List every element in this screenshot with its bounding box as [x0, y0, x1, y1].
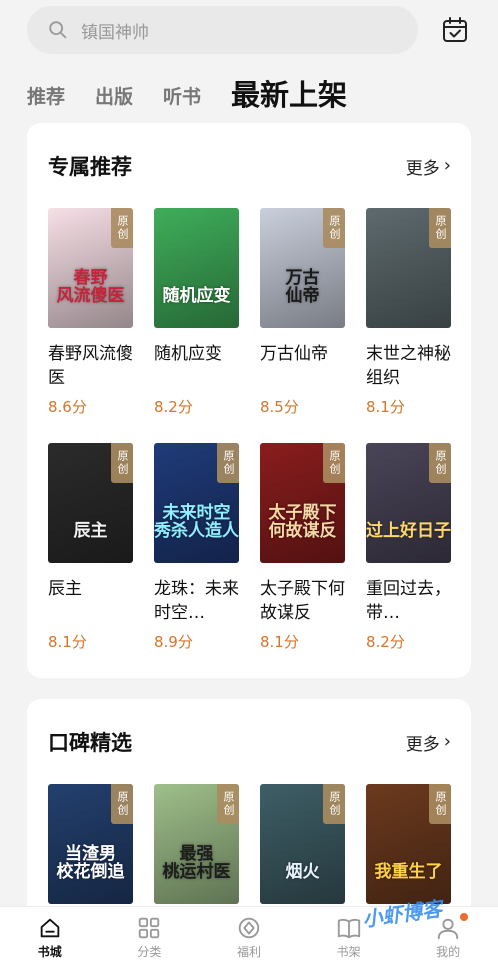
original-badge: 原创 [323, 784, 345, 824]
calendar-checkin-icon[interactable] [441, 16, 469, 44]
original-badge: 原创 [111, 784, 133, 824]
cover-title-art: 辰主 [73, 521, 108, 542]
cover-title-art: 过上好日子 [366, 521, 451, 542]
book-score: 8.6分 [48, 398, 87, 416]
cover-title-art: 春野 风流傻医 [56, 268, 125, 307]
original-badge: 原创 [111, 443, 133, 483]
bookshelf-icon [337, 918, 360, 939]
bookstore-icon [40, 918, 60, 938]
book-cover[interactable]: 辰主 原创 [48, 443, 133, 563]
nav-item-bookstore[interactable]: 书城 [0, 907, 100, 960]
nav-label: 书架 [336, 945, 361, 959]
cover-title-art: 烟火 [285, 862, 320, 883]
nav-item-welfare[interactable]: 福利 [199, 907, 299, 960]
book-score: 8.1分 [48, 633, 87, 651]
book-title: 随机应变 [154, 344, 222, 364]
notification-dot [459, 913, 468, 921]
original-badge: 原创 [323, 208, 345, 248]
book-cover[interactable]: 万古 仙帝 原创 [260, 208, 345, 328]
book-item[interactable]: 未来时空 秀杀人造人 原创龙珠：未来时空… 8.9分 [154, 443, 239, 652]
book-item[interactable]: 春野 风流傻医 原创春野风流傻医 8.6分 [48, 208, 133, 417]
category-icon [139, 917, 160, 939]
search-placeholder: 镇国神帅 [81, 22, 149, 43]
book-item[interactable]: 太子殿下 何故谋反 原创太子殿下何故谋反 8.1分 [260, 443, 345, 652]
book-cover[interactable]: 未来时空 秀杀人造人 原创 [154, 443, 239, 563]
search-icon [49, 21, 67, 39]
original-badge: 原创 [217, 784, 239, 824]
book-score: 8.9分 [154, 633, 193, 651]
more-label: 更多 [405, 158, 440, 179]
book-item[interactable]: 我重生了 原创 [366, 784, 451, 904]
book-title: 春野风流傻医 [48, 344, 133, 388]
cover-title-art: 最强 桃运村医 [162, 844, 231, 883]
section-title: 口碑精选 [48, 731, 132, 755]
original-badge: 原创 [323, 443, 345, 483]
original-badge: 原创 [217, 443, 239, 483]
nav-label: 我的 [436, 945, 461, 959]
exclusive-recommend-card: 专属推荐 更多 › 春野 风流傻医 原创 春野风流傻医 8.6分 随机应变 随机应变 8.2… [27, 123, 471, 678]
cover-title-art: 当渣男 校花倒追 [56, 844, 125, 883]
book-item[interactable]: 最强 桃运村医 原创 [154, 784, 239, 904]
book-item[interactable]: 随机应变 随机应变 8.2分 [154, 208, 239, 417]
section-title: 专属推荐 [48, 155, 132, 179]
nav-label: 福利 [236, 945, 261, 959]
top-bar: 镇国神帅 推荐 出版 听书 最新上架 [0, 0, 498, 120]
nav-item-category[interactable]: 分类 [100, 907, 200, 960]
book-cover[interactable]: 春野 风流傻医 原创 [48, 208, 133, 328]
cover-title-art: 未来时空 秀杀人造人 [154, 503, 239, 542]
book-cover[interactable]: 太子殿下 何故谋反 原创 [260, 443, 345, 563]
book-item[interactable]: 辰主 原创辰主 8.1分 [48, 443, 133, 652]
book-title: 龙珠：未来时空… [154, 579, 239, 623]
book-score: 8.1分 [260, 633, 299, 651]
original-badge: 原创 [429, 208, 451, 248]
more-label: 更多 [405, 734, 440, 755]
tab-recommend[interactable]: 推荐 [27, 88, 65, 110]
more-link[interactable]: 更多 › [406, 154, 451, 179]
more-link[interactable]: 更多 › [406, 730, 451, 755]
book-title: 辰主 [48, 579, 82, 599]
book-score: 8.2分 [366, 633, 405, 651]
book-score: 8.5分 [260, 398, 299, 416]
book-item[interactable]: 过上好日子 原创重回过去，带… 8.2分 [366, 443, 451, 652]
book-cover[interactable]: 随机应变 [154, 208, 239, 328]
book-cover[interactable]: 当渣男 校花倒追 原创 [48, 784, 133, 904]
book-cover[interactable]: 过上好日子 原创 [366, 443, 451, 563]
chevron-right-icon: › [443, 731, 451, 752]
original-badge: 原创 [429, 443, 451, 483]
book-item[interactable]: 万古 仙帝 原创万古仙帝 8.5分 [260, 208, 345, 417]
book-cover[interactable]: 最强 桃运村医 原创 [154, 784, 239, 904]
nav-label: 书城 [37, 945, 62, 959]
nav-label: 分类 [137, 945, 162, 959]
book-item[interactable]: 烟火 原创 [260, 784, 345, 904]
book-score: 8.1分 [366, 398, 405, 416]
cover-title-art: 太子殿下 何故谋反 [268, 503, 337, 542]
book-cover[interactable]: 原创 [366, 208, 451, 328]
cover-title-art: 我重生了 [374, 862, 443, 883]
tab-audiobook[interactable]: 听书 [163, 88, 201, 110]
book-title: 重回过去，带… [366, 579, 451, 623]
book-item[interactable]: 当渣男 校花倒追 原创 [48, 784, 133, 904]
book-score: 8.2分 [154, 398, 193, 416]
book-title: 万古仙帝 [260, 344, 328, 364]
book-title: 末世之神秘组织 [366, 344, 451, 388]
book-item[interactable]: 原创末世之神秘组织 8.1分 [366, 208, 451, 417]
cover-title-art: 万古 仙帝 [285, 268, 320, 307]
book-cover[interactable]: 我重生了 原创 [366, 784, 451, 904]
welfare-icon [238, 917, 260, 939]
tab-bar: 推荐 出版 听书 最新上架 [27, 70, 377, 110]
section-header: 口碑精选 更多 › [48, 727, 451, 757]
chevron-right-icon: › [443, 155, 451, 176]
tab-new-arrivals[interactable]: 最新上架 [231, 81, 347, 110]
book-cover[interactable]: 烟火 原创 [260, 784, 345, 904]
original-badge: 原创 [111, 208, 133, 248]
section-header: 专属推荐 更多 › [48, 151, 451, 181]
book-title: 太子殿下何故谋反 [260, 579, 345, 623]
tab-publish[interactable]: 出版 [95, 88, 133, 110]
search-bar[interactable]: 镇国神帅 [27, 6, 418, 54]
cover-title-art: 随机应变 [162, 286, 231, 307]
original-badge: 原创 [429, 784, 451, 824]
